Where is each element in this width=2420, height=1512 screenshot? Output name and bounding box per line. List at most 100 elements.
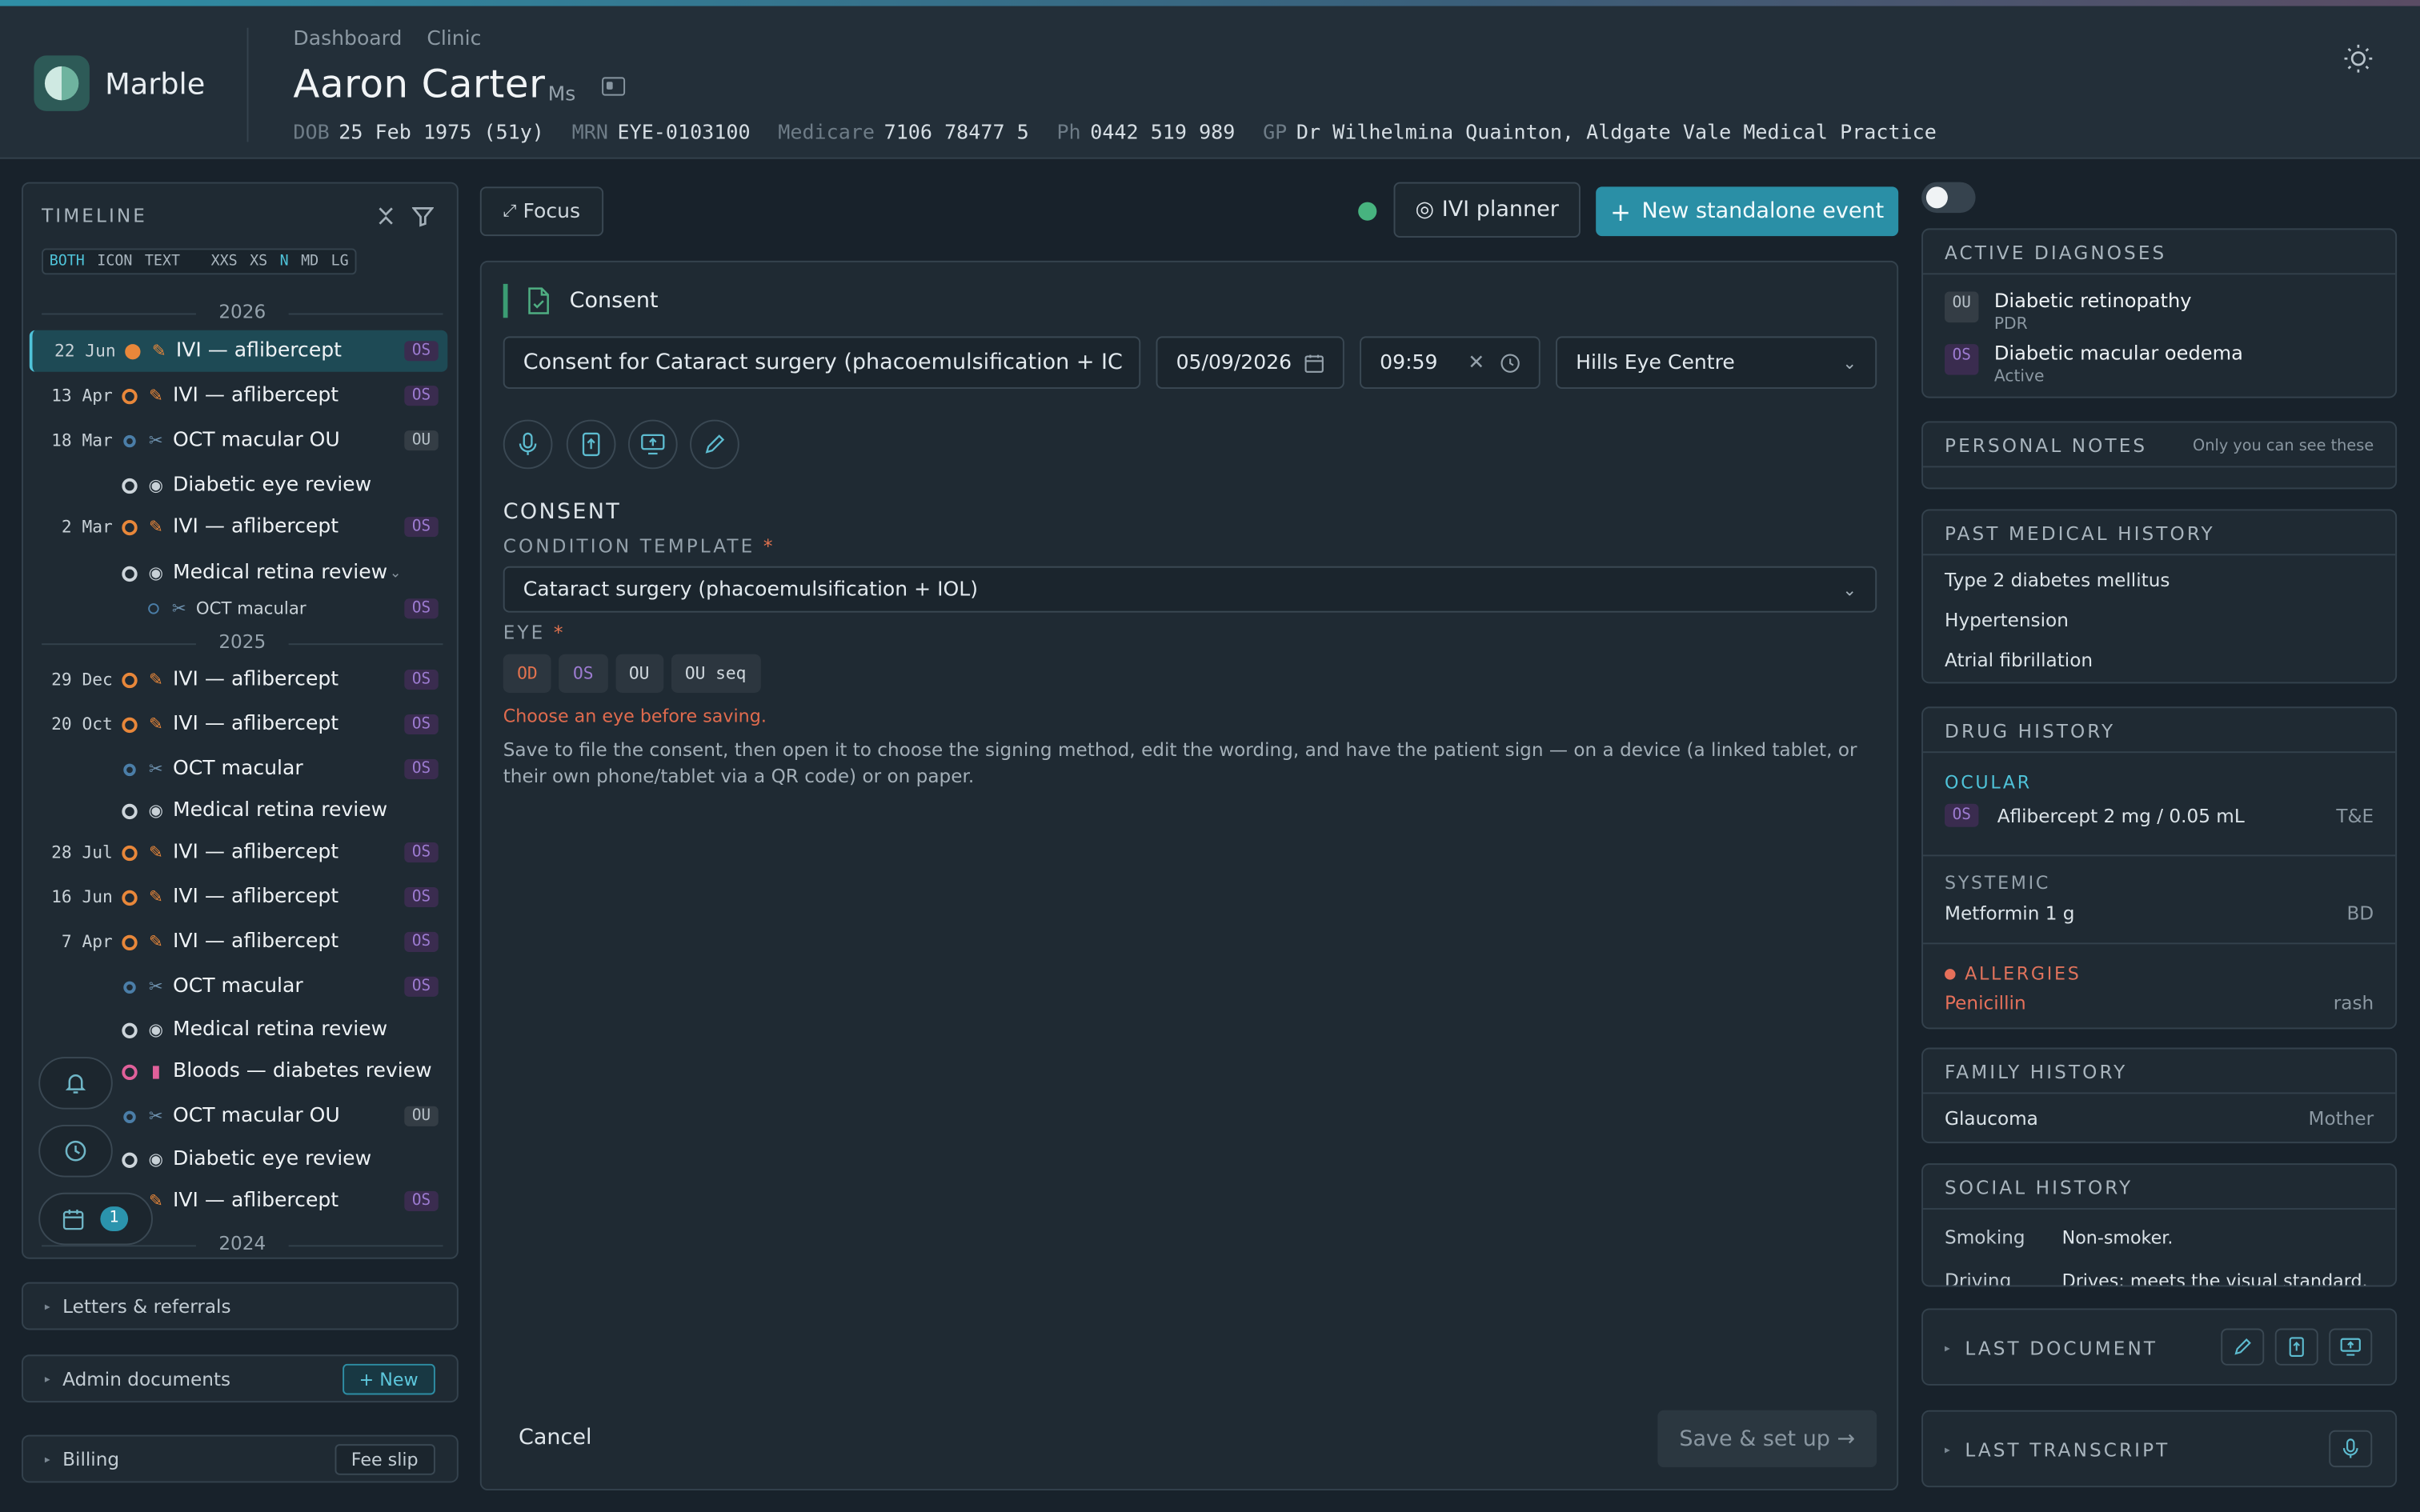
fee-slip-button[interactable]: Fee slip <box>334 1444 435 1475</box>
size-xs[interactable]: XS <box>243 250 274 273</box>
pmh-title: PAST MEDICAL HISTORY <box>1945 522 2215 545</box>
patient-name: Aaron Carter <box>293 62 546 107</box>
filter-icon[interactable] <box>411 206 434 227</box>
calendar-icon[interactable] <box>1304 353 1324 373</box>
breadcrumb-clinic[interactable]: Clinic <box>427 28 481 51</box>
last-transcript-panel[interactable]: ▸ LAST TRANSCRIPT <box>1921 1410 2398 1488</box>
size-md[interactable]: MD <box>294 250 325 273</box>
eye-option-ou[interactable]: OU <box>615 654 663 693</box>
diagnosis-item[interactable]: OU Diabetic retinopathy PDR <box>1945 289 2192 334</box>
size-xxs[interactable]: XXS <box>205 250 244 273</box>
id-card-icon[interactable] <box>602 77 626 96</box>
timeline-event[interactable]: 22 Jun ✎ IVI — aflibercept OS <box>29 330 448 372</box>
location-select[interactable]: Hills Eye Centre ⌄ <box>1556 336 1877 390</box>
condition-template-label: CONDITION TEMPLATE * <box>503 535 775 558</box>
timeline-event[interactable]: 20 Oct ✎ IVI — aflibercept OS <box>30 703 448 745</box>
new-admin-document-button[interactable]: + New <box>342 1363 435 1395</box>
timeline-event[interactable]: ✂ OCT macular OS <box>30 588 448 630</box>
consent-title-input[interactable]: Consent for Cataract surgery (phacoemuls… <box>503 336 1141 390</box>
reminders-button[interactable]: 1 <box>38 1192 153 1246</box>
form-header: Consent <box>503 283 659 318</box>
save-set-up-button[interactable]: Save & set up → <box>1657 1410 1877 1468</box>
timeline-event[interactable]: ✂ OCT macular OS <box>30 966 448 1007</box>
systemic-drug-item[interactable]: Metformin 1 g BD <box>1945 902 2374 924</box>
timeline-event[interactable]: ✂ OCT macular OS <box>30 748 448 790</box>
personal-notes-panel[interactable]: PERSONAL NOTES Only you can see these <box>1921 421 2398 490</box>
microphone-icon[interactable] <box>2329 1430 2373 1468</box>
clock-icon[interactable] <box>1500 353 1521 373</box>
theme-sun-icon[interactable] <box>2343 43 2374 74</box>
active-diagnoses-panel: ACTIVE DIAGNOSES OU Diabetic retinopathy… <box>1921 228 2398 398</box>
condition-template-select[interactable]: Cataract surgery (phacoemulsification + … <box>503 566 1877 613</box>
focus-button[interactable]: ⤢ Focus <box>479 186 604 237</box>
timeline-event[interactable]: 28 Jul ✎ IVI — aflibercept OS <box>30 832 448 874</box>
letters-referrals-section[interactable]: ▸ Letters & referrals <box>22 1282 459 1330</box>
pen-icon[interactable] <box>2221 1328 2265 1366</box>
timeline-event[interactable]: ◉ Diabetic eye review <box>30 465 448 506</box>
reminder-count-badge: 1 <box>100 1206 129 1232</box>
pmh-item[interactable]: Hypertension <box>1945 610 2374 631</box>
chevron-right-icon: ▸ <box>44 1452 50 1466</box>
pmh-item[interactable]: Type 2 diabetes mellitus <box>1945 570 2374 591</box>
screen-share-icon[interactable] <box>2329 1328 2373 1366</box>
eye-option-od[interactable]: OD <box>503 654 551 693</box>
admin-documents-section[interactable]: ▸ Admin documents + New <box>22 1354 459 1403</box>
scan-icon: ✂ <box>148 430 163 451</box>
scan-icon: ✂ <box>171 598 186 619</box>
breadcrumb-dashboard[interactable]: Dashboard <box>293 28 402 51</box>
time-input[interactable]: 09:59 ✕ <box>1360 336 1541 390</box>
diagnosis-item[interactable]: OS Diabetic macular oedema Active <box>1945 341 2243 386</box>
timeline-event[interactable]: 29 Dec ✎ IVI — aflibercept OS <box>30 659 448 701</box>
mode-both[interactable]: BOTH <box>43 250 91 273</box>
eye-option-os[interactable]: OS <box>559 654 607 693</box>
consent-section-title: CONSENT <box>503 499 622 525</box>
syringe-icon: ✎ <box>151 341 166 362</box>
eye-icon: ◉ <box>148 1149 164 1170</box>
marble-logo-icon[interactable] <box>34 55 90 111</box>
timeline-event[interactable]: 18 Mar ✂ OCT macular OU OU <box>30 420 448 462</box>
cancel-button[interactable]: Cancel <box>519 1426 591 1450</box>
billing-section[interactable]: ▸ Billing Fee slip <box>22 1434 459 1483</box>
pmh-item[interactable]: Atrial fibrillation <box>1945 650 2374 671</box>
history-clock-icon[interactable] <box>38 1124 113 1178</box>
patient-mrn: EYE-0103100 <box>617 122 751 146</box>
collapse-icon[interactable] <box>375 206 397 227</box>
timeline-event[interactable]: ◉ Medical retina review <box>30 790 448 831</box>
new-standalone-event-button[interactable]: + New standalone event <box>1596 186 1899 237</box>
eye-option-ou-seq[interactable]: OU seq <box>671 654 760 693</box>
clear-icon[interactable]: ✕ <box>1468 351 1484 374</box>
chevron-right-icon: ▸ <box>1945 1444 1953 1457</box>
notifications-bell-icon[interactable] <box>38 1057 113 1110</box>
ivi-planner-button[interactable]: ◎ IVI planner <box>1393 182 1581 238</box>
social-item-smoking[interactable]: Smoking Non-smoker. <box>1945 1226 2374 1248</box>
timeline-event[interactable]: ◉ Medical retina review <box>30 1009 448 1050</box>
ocular-drug-item[interactable]: OS Aflibercept 2 mg / 0.05 mL T&E <box>1945 803 2374 827</box>
mode-icon[interactable]: ICON <box>91 250 139 273</box>
timeline-event[interactable]: 7 Apr ✎ IVI — aflibercept OS <box>30 921 448 962</box>
size-lg[interactable]: LG <box>325 250 355 273</box>
screen-share-icon[interactable] <box>627 419 678 470</box>
last-document-panel[interactable]: ▸ LAST DOCUMENT <box>1921 1308 2398 1386</box>
chevron-down-icon[interactable]: ⌄ <box>390 566 402 581</box>
size-n[interactable]: N <box>274 250 294 273</box>
patient-title: Ms <box>547 83 576 107</box>
chevron-right-icon: ▸ <box>1945 1342 1953 1355</box>
social-item-driving[interactable]: Driving Drives; meets the visual standard… <box>1945 1270 2374 1285</box>
timeline-event[interactable]: 2 Mar ✎ IVI — aflibercept OS <box>30 506 448 548</box>
pen-icon[interactable] <box>690 419 739 470</box>
tablet-upload-icon[interactable] <box>2274 1328 2318 1366</box>
panel-toggle[interactable] <box>1921 182 1976 214</box>
timeline-event[interactable]: 16 Jun ✎ IVI — aflibercept OS <box>30 876 448 918</box>
blood-tube-icon: ▮ <box>150 1061 161 1082</box>
mode-text[interactable]: TEXT <box>138 250 186 273</box>
microphone-icon[interactable] <box>503 419 553 470</box>
tablet-upload-icon[interactable] <box>566 419 616 470</box>
active-diagnoses-title: ACTIVE DIAGNOSES <box>1945 242 2167 264</box>
date-input[interactable]: 05/09/2026 <box>1156 336 1344 390</box>
allergy-item[interactable]: Penicillin rash <box>1945 992 2374 1014</box>
syringe-icon: ✎ <box>148 931 163 952</box>
timeline-event[interactable]: 13 Apr ✎ IVI — aflibercept OS <box>30 375 448 417</box>
drug-history-panel: DRUG HISTORY OCULAR OS Aflibercept 2 mg /… <box>1921 706 2398 1030</box>
family-history-item[interactable]: Glaucoma Mother <box>1945 1108 2374 1130</box>
eye-icon: ◉ <box>148 475 164 496</box>
